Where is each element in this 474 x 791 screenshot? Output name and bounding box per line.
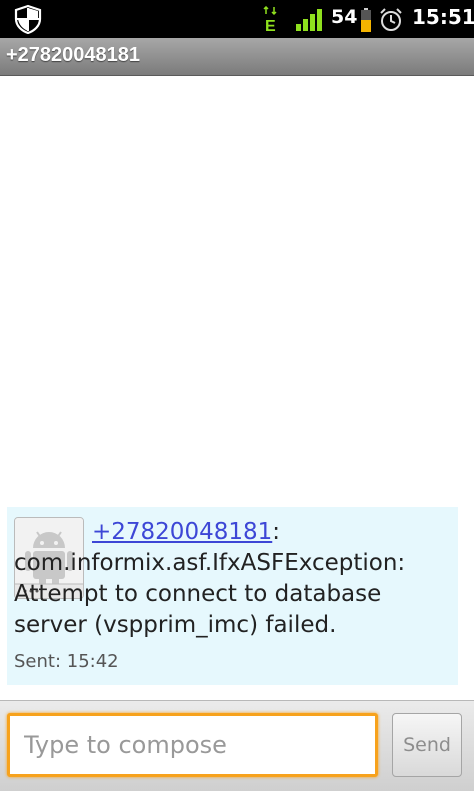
compose-input[interactable] xyxy=(10,716,375,774)
message-body: +27820048181: com.informix.asf.IfxASFExc… xyxy=(14,517,454,641)
send-button[interactable]: Send xyxy=(392,713,462,777)
title-bar: +27820048181 xyxy=(0,38,474,76)
signal-strength-icon xyxy=(296,9,322,31)
status-time: 15:51 xyxy=(412,5,474,29)
message-timestamp: Sent: 15:42 xyxy=(14,651,119,672)
shield-icon xyxy=(14,4,42,34)
status-bar: E 54 15:51 xyxy=(0,0,474,38)
conversation-list[interactable]: +27820048181: com.informix.asf.IfxASFExc… xyxy=(0,76,474,700)
battery-icon xyxy=(361,8,371,32)
alarm-icon xyxy=(380,8,402,31)
compose-bar: Send xyxy=(0,700,474,791)
battery-level-text: 54 xyxy=(331,6,358,28)
compose-field-frame[interactable] xyxy=(7,713,378,777)
sender-link[interactable]: +27820048181 xyxy=(92,519,272,545)
message-item[interactable]: +27820048181: com.informix.asf.IfxASFExc… xyxy=(7,507,458,685)
svg-text:E: E xyxy=(265,18,276,34)
page-title: +27820048181 xyxy=(6,44,141,66)
edge-data-icon: E xyxy=(263,6,277,34)
